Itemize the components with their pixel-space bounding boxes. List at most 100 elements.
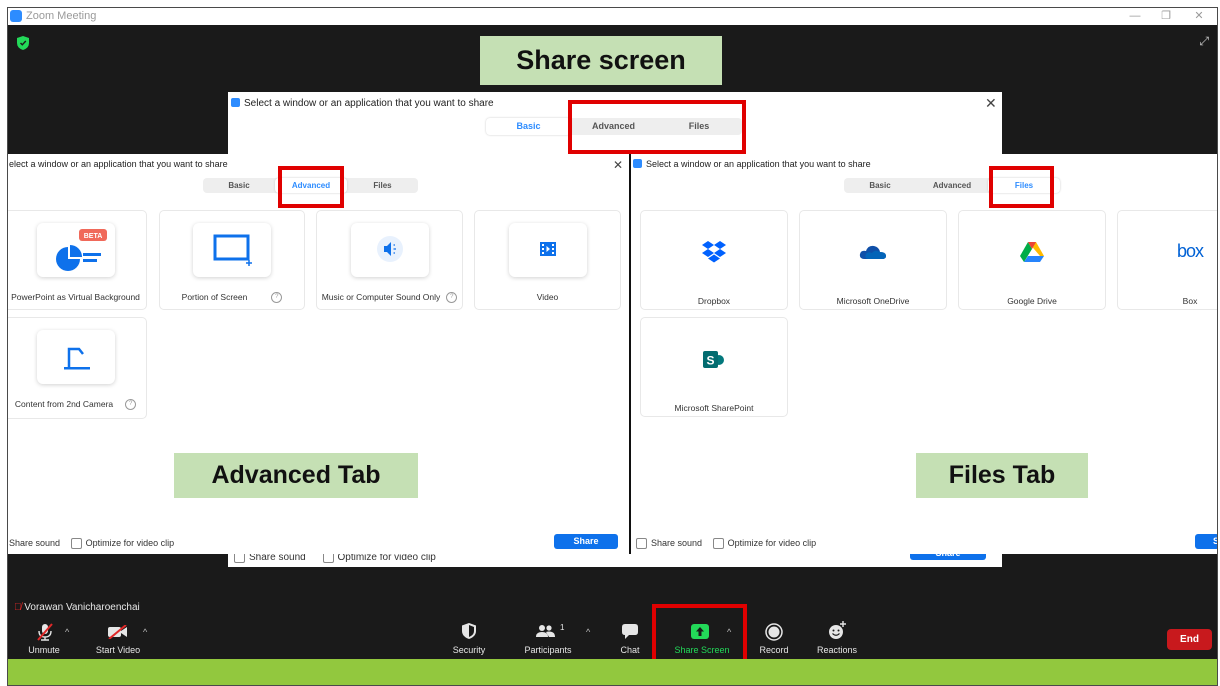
minimize-button[interactable]: — xyxy=(1122,8,1148,25)
dropbox-icon xyxy=(702,241,726,263)
box-icon: box xyxy=(1177,241,1204,261)
camera-tile xyxy=(36,330,115,384)
muted-microphone-icon xyxy=(37,623,53,641)
option-label: Microsoft OneDrive xyxy=(836,296,910,306)
participant-name: Vorawan Vanicharoenchai xyxy=(24,602,140,613)
chat-label: Chat xyxy=(620,645,640,655)
google-drive-icon xyxy=(1020,242,1044,262)
restore-button[interactable]: ❐ xyxy=(1153,8,1179,25)
share-button[interactable]: S xyxy=(1195,534,1217,549)
dialog-title: elect a window or an application that yo… xyxy=(9,159,228,169)
security-button[interactable]: Security xyxy=(444,618,494,659)
encryption-shield-icon[interactable] xyxy=(17,36,29,50)
option-label: Box xyxy=(1182,296,1198,306)
option-dropbox[interactable]: Dropbox xyxy=(640,210,788,310)
share-sound-label: Share sound xyxy=(651,538,703,548)
participants-options-caret-icon[interactable]: ^ xyxy=(586,627,590,637)
participants-count: 1 xyxy=(560,623,565,632)
tab-basic[interactable]: Basic xyxy=(486,118,571,135)
record-icon xyxy=(765,623,783,641)
option-powerpoint-background[interactable]: BETA PowerPoint as Virtual Background xyxy=(8,210,147,310)
close-window-button[interactable]: ✕ xyxy=(1186,8,1212,25)
reactions-emoji-icon xyxy=(829,621,846,639)
reactions-button[interactable]: Reactions xyxy=(810,618,864,659)
beta-badge: BETA xyxy=(83,233,102,240)
audio-options-caret-icon[interactable]: ^ xyxy=(65,627,69,637)
video-off-icon xyxy=(108,625,127,639)
files-tab-callout: Files Tab xyxy=(916,453,1088,498)
video-options-caret-icon[interactable]: ^ xyxy=(143,627,147,637)
optimize-label: Optimize for video clip xyxy=(727,538,817,548)
option-label: Dropbox xyxy=(697,296,731,306)
powerpoint-tile: BETA xyxy=(36,223,115,277)
fullscreen-icon[interactable]: ⤢ xyxy=(1199,34,1209,49)
option-label: PowerPoint as Virtual Background xyxy=(11,292,140,302)
share-sound-label: Share sound xyxy=(9,538,61,548)
record-button[interactable]: Record xyxy=(754,618,794,659)
help-icon[interactable]: ? xyxy=(446,292,458,304)
tab-advanced[interactable]: Advanced xyxy=(916,178,988,193)
zoom-app-icon xyxy=(633,159,642,168)
unmute-label: Unmute xyxy=(28,645,60,655)
option-label-text: Portion of Screen xyxy=(181,292,248,302)
option-onedrive[interactable]: Microsoft OneDrive xyxy=(799,210,947,310)
reactions-label: Reactions xyxy=(816,645,858,655)
end-meeting-button[interactable]: End xyxy=(1167,629,1212,650)
powerpoint-icon: BETA xyxy=(55,229,107,271)
option-label: Microsoft SharePoint xyxy=(674,403,754,413)
participant-name-tag: 🎙̸ Vorawan Vanicharoenchai xyxy=(14,602,140,613)
muted-mic-icon: 🎙̸ xyxy=(14,602,22,613)
dialog-close-icon[interactable]: ✕ xyxy=(985,96,997,110)
tab-basic[interactable]: Basic xyxy=(203,178,275,193)
speaker-icon xyxy=(376,236,403,262)
highlight-files-tab xyxy=(989,166,1054,208)
participants-label: Participants xyxy=(524,645,572,655)
optimize-checkbox[interactable] xyxy=(70,538,82,550)
option-box[interactable]: box Box xyxy=(1117,210,1217,310)
sharepoint-logo-letter: S xyxy=(706,354,714,368)
security-shield-icon xyxy=(462,623,476,639)
share-sound-option[interactable]: Share sound Optimize for video clip xyxy=(636,538,817,550)
window-title: Zoom Meeting xyxy=(26,10,97,22)
option-video[interactable]: Video xyxy=(474,210,621,310)
meeting-toolbar: Unmute ^ Start Video ^ Security 1 Partic… xyxy=(8,618,1217,659)
option-label-text: Music or Computer Sound Only xyxy=(321,292,441,302)
help-icon[interactable]: ? xyxy=(125,399,137,411)
highlight-share-screen-button xyxy=(652,604,747,665)
participants-button[interactable]: 1 Participants xyxy=(516,618,580,659)
option-label-text: Content from 2nd Camera xyxy=(14,399,114,409)
unmute-button[interactable]: Unmute xyxy=(22,618,66,659)
chat-button[interactable]: Chat xyxy=(612,618,648,659)
share-sound-checkbox[interactable] xyxy=(636,538,647,550)
optimize-checkbox[interactable] xyxy=(712,538,724,550)
option-google-drive[interactable]: Google Drive xyxy=(958,210,1106,310)
tab-files[interactable]: Files xyxy=(347,178,418,193)
bottom-accent-bar xyxy=(8,659,1217,685)
share-button[interactable]: Share xyxy=(554,534,618,549)
screen-portion-icon xyxy=(213,234,252,266)
sound-tile xyxy=(350,223,429,277)
chat-bubble-icon xyxy=(622,624,638,639)
security-label: Security xyxy=(452,645,486,655)
help-icon[interactable]: ? xyxy=(271,292,283,304)
option-computer-sound[interactable]: Music or Computer Sound Only? xyxy=(316,210,463,310)
start-video-label: Start Video xyxy=(95,645,141,655)
start-video-button[interactable]: Start Video xyxy=(90,618,146,659)
option-sharepoint[interactable]: S Microsoft SharePoint xyxy=(640,317,788,417)
option-portion-of-screen[interactable]: Portion of Screen? xyxy=(159,210,305,310)
share-sound-option[interactable]: Share sound Optimize for video clip xyxy=(9,538,175,550)
tab-basic[interactable]: Basic xyxy=(844,178,916,193)
option-label: Music or Computer Sound Only? xyxy=(317,292,462,304)
document-camera-icon xyxy=(63,347,90,370)
option-label: Google Drive xyxy=(1007,296,1057,306)
advanced-tab-callout: Advanced Tab xyxy=(174,453,418,498)
dialog-title: Select a window or an application that y… xyxy=(646,159,871,169)
title-bar: Zoom Meeting — ❐ ✕ xyxy=(8,8,1217,25)
dialog-close-icon[interactable]: ✕ xyxy=(613,158,623,172)
optimize-label: Optimize for video clip xyxy=(85,538,175,548)
onedrive-icon xyxy=(859,245,886,259)
option-second-camera[interactable]: Content from 2nd Camera? xyxy=(8,317,147,419)
zoom-app-icon xyxy=(10,10,22,22)
option-label: Video xyxy=(536,292,559,302)
share-screen-callout: Share screen xyxy=(480,36,722,85)
